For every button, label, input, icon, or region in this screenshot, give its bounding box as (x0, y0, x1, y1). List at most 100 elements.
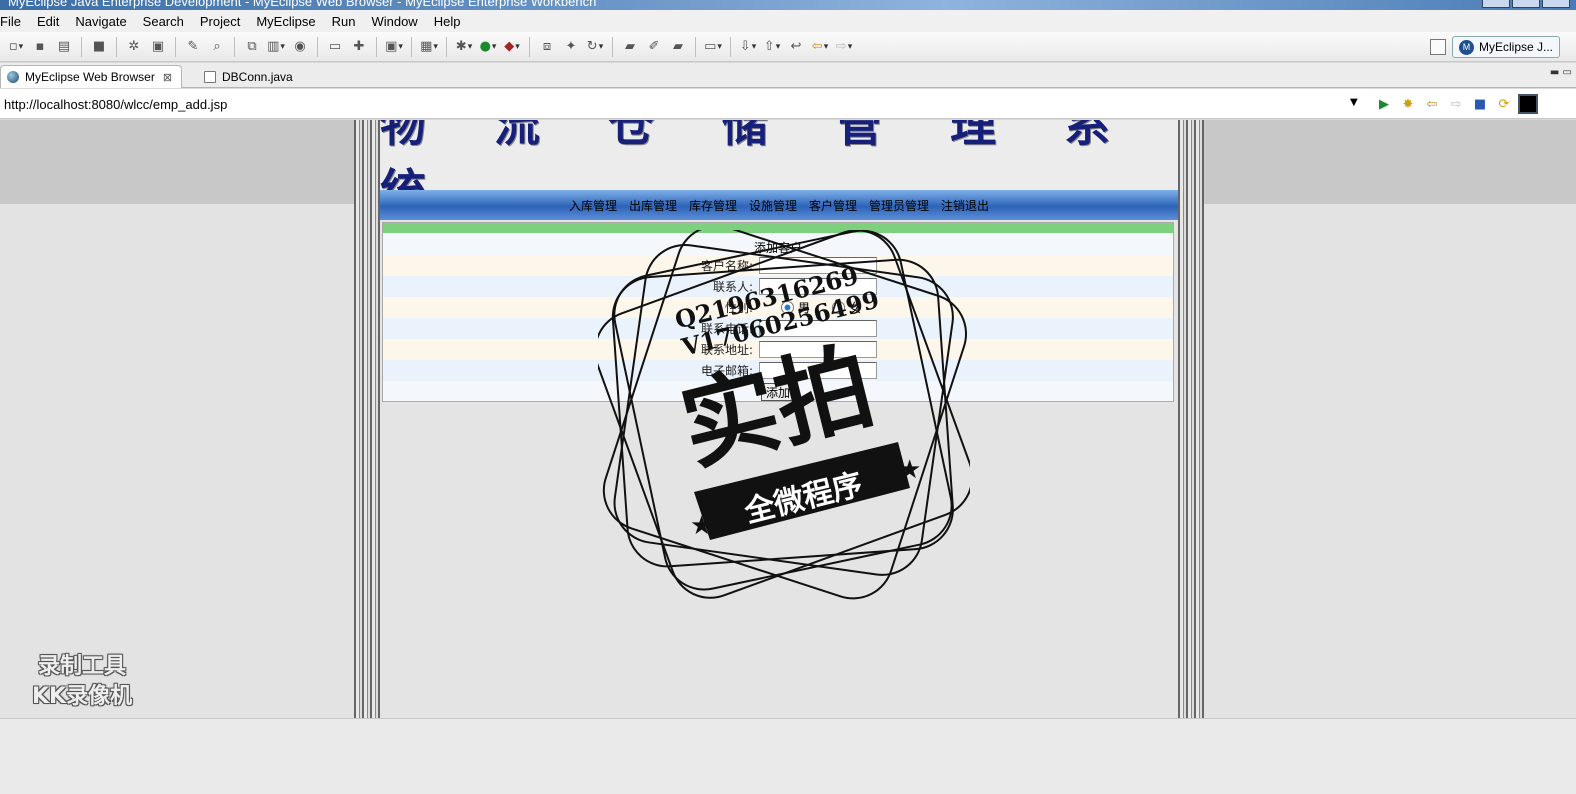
prev-annotation-icon[interactable]: ⇧ (763, 38, 781, 56)
build-icon[interactable]: ✲ (125, 38, 143, 56)
address-input[interactable] (759, 341, 877, 358)
window-title: MyEclipse Java Enterprise Development - … (8, 0, 597, 9)
print-icon[interactable]: ▤ (55, 38, 73, 56)
run-server-icon[interactable]: ▥ (267, 38, 285, 56)
menu-run[interactable]: Run (324, 14, 364, 29)
edit-icon[interactable]: ▦ (420, 38, 438, 56)
debug-icon[interactable]: ✱ (455, 38, 473, 56)
deploy-icon[interactable]: ▣ (149, 38, 167, 56)
customer-name-input[interactable] (759, 257, 877, 274)
back-icon[interactable]: ⇦ (811, 38, 829, 56)
field-label: 联系人: (712, 280, 753, 294)
next-annotation-icon[interactable]: ⇩ (739, 38, 757, 56)
form-row-email: 电子邮箱: (383, 360, 1173, 381)
nav-admin[interactable]: 管理员管理 (869, 197, 929, 214)
menu-file[interactable]: File (0, 14, 29, 29)
field-label: 联系地址: (700, 343, 753, 357)
left-background (0, 120, 356, 204)
minimize-button[interactable] (1482, 0, 1510, 8)
tab-label: DBConn.java (222, 69, 293, 84)
console-icon[interactable] (1518, 94, 1538, 114)
gender-female-radio[interactable] (832, 301, 846, 314)
recorder-line1: 录制工具 (38, 654, 127, 679)
save-icon[interactable]: ▪ (31, 38, 49, 56)
tab-myeclipse-web-browser[interactable]: MyEclipse Web Browser ⊠ (0, 65, 182, 88)
browser-viewport: 物 流 仓 储 管 理 系 统 入库管理 出库管理 库存管理 设施管理 客户管理… (0, 120, 1576, 718)
pin-icon[interactable]: ✐ (645, 38, 663, 56)
nav-facility[interactable]: 设施管理 (749, 197, 797, 214)
open-type-icon[interactable]: ⧈ (538, 38, 556, 56)
tab-label: MyEclipse Web Browser (25, 70, 155, 84)
field-label: 电子邮箱: (700, 364, 753, 378)
form-title: 添加客户 (753, 241, 802, 255)
add-button[interactable]: 添加 (760, 383, 795, 401)
form-header-bar (383, 223, 1173, 233)
close-button[interactable] (1542, 0, 1570, 8)
browser-icon[interactable]: ◉ (291, 38, 309, 56)
folder-icon[interactable]: ▰ (621, 38, 639, 56)
tab-dbconn-java[interactable]: DBConn.java (198, 65, 320, 88)
menu-search[interactable]: Search (135, 14, 192, 29)
contact-person-input[interactable] (759, 278, 877, 295)
phone-input[interactable] (759, 320, 877, 337)
run-icon[interactable]: ● (479, 38, 497, 56)
forward-icon[interactable]: ⇨ (835, 38, 853, 56)
editor-tab-bar: MyEclipse Web Browser ⊠ DBConn.java ▬ ▭ (0, 63, 1576, 88)
wizard-icon[interactable]: ✎ (184, 38, 202, 56)
favorites-icon[interactable]: ✸ (1398, 94, 1418, 114)
nav-inbound[interactable]: 入库管理 (569, 197, 617, 214)
browser-forward-icon[interactable]: ⇨ (1446, 94, 1466, 114)
new-icon[interactable]: ▫ (7, 38, 25, 56)
browser-address-bar: http://localhost:8080/wlcc/emp_add.jsp ▼… (0, 89, 1576, 119)
refresh-icon[interactable]: ↻ (586, 38, 604, 56)
gender-female-label: 女 (849, 301, 862, 315)
form-actions: 添加 (383, 381, 1173, 401)
url-dropdown-icon[interactable]: ▼ (1350, 97, 1358, 108)
run-external-icon[interactable]: ◆ (503, 38, 521, 56)
search-icon[interactable]: ⌕ (208, 38, 226, 56)
nav-logout[interactable]: 注销退出 (941, 197, 989, 214)
nav-outbound[interactable]: 出库管理 (629, 197, 677, 214)
add-icon[interactable]: ✚ (350, 38, 368, 56)
form-row-contact: 联系人: (383, 276, 1173, 297)
gender-male-label: 男 (798, 301, 811, 315)
open-folder-icon[interactable]: ▭ (326, 38, 344, 56)
left-border (354, 120, 380, 718)
open-perspective-button[interactable] (1430, 39, 1446, 55)
menu-project[interactable]: Project (192, 14, 248, 29)
minimize-maximize-icon[interactable]: ▬ ▭ (1550, 67, 1572, 78)
browser-back-icon[interactable]: ⇦ (1422, 94, 1442, 114)
recorder-line2: KK录像机 (32, 684, 133, 709)
close-tab-icon[interactable]: ⊠ (163, 71, 172, 84)
status-area (0, 718, 1576, 794)
refresh-icon[interactable]: ⟳ (1494, 94, 1514, 114)
menu-edit[interactable]: Edit (29, 14, 67, 29)
right-border (1178, 120, 1204, 718)
menu-myeclipse[interactable]: MyEclipse (248, 14, 323, 29)
email-input[interactable] (759, 362, 877, 379)
menu-window[interactable]: Window (363, 14, 425, 29)
menu-help[interactable]: Help (426, 14, 469, 29)
package-icon[interactable]: ■ (90, 38, 108, 56)
add-customer-form: 添加客户 客户名称: 联系人: 性别: 男 女 联系电话: 联系地址: 电子邮箱… (382, 222, 1174, 402)
class-icon[interactable]: ✦ (562, 38, 580, 56)
nav-inventory[interactable]: 库存管理 (689, 197, 737, 214)
gender-male-radio[interactable] (781, 301, 794, 314)
url-input[interactable]: http://localhost:8080/wlcc/emp_add.jsp (0, 93, 1366, 115)
perspective-switcher[interactable]: M MyEclipse J... (1451, 36, 1560, 58)
window-title-bar: MyEclipse Java Enterprise Development - … (0, 0, 1576, 10)
server-icon[interactable]: ⧉ (243, 38, 261, 56)
last-edit-icon[interactable]: ↩ (787, 38, 805, 56)
stop-icon[interactable]: ■ (1470, 94, 1490, 114)
browser-nav-buttons: ▶ ✸ ⇦ ⇨ ■ ⟳ (1372, 94, 1540, 114)
perspective-label: MyEclipse J... (1478, 40, 1553, 54)
task-icon[interactable]: ▰ (669, 38, 687, 56)
recorder-watermark: 录制工具 KK录像机 (32, 652, 132, 712)
go-icon[interactable]: ▶ (1374, 94, 1394, 114)
form-row-phone: 联系电话: (383, 318, 1173, 339)
snapshot-icon[interactable]: ▣ (385, 38, 403, 56)
open-file-icon[interactable]: ▭ (704, 38, 722, 56)
nav-customer[interactable]: 客户管理 (809, 197, 857, 214)
maximize-button[interactable] (1512, 0, 1540, 8)
menu-navigate[interactable]: Navigate (67, 14, 134, 29)
